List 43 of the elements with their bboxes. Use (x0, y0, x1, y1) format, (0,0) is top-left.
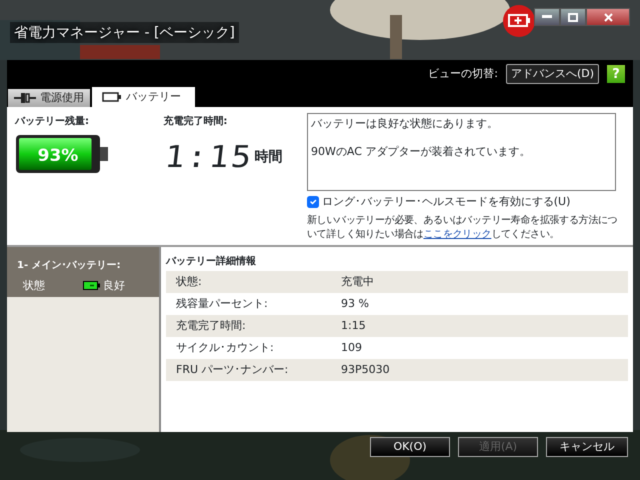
battery-level-label: バッテリー残量: (15, 114, 90, 128)
battery-percent: 93% (38, 144, 78, 164)
battery-name: 1- メイン･バッテリー: (17, 258, 122, 272)
window-title: 省電力マネージャー - [ベーシック] (10, 22, 239, 43)
detail-value: 充電中 (341, 274, 374, 290)
tab[interactable]: バッテリー (92, 87, 195, 107)
minimize-icon (542, 15, 552, 19)
detail-label: サイクル･カウント: (176, 340, 275, 356)
message-text: バッテリーは良好な状態にあります。 (311, 116, 499, 132)
detail-value: 109 (341, 340, 362, 356)
close-button[interactable] (586, 8, 630, 26)
time-unit: 時間 (254, 146, 283, 166)
message-text: 90WのAC アダプターが装着されています。 (311, 144, 532, 160)
charge-time-label: 充電完了時間: (163, 114, 228, 128)
detail-value: 93 % (341, 296, 369, 312)
battery-icon (102, 92, 122, 102)
battery-list-item[interactable]: 1- メイン･バッテリー: 状態 良好 (7, 247, 159, 297)
checkbox-label[interactable]: ロング･バッテリー･ヘルスモードを有効にする(U) (322, 194, 570, 210)
battery-icon (502, 3, 536, 39)
close-icon (604, 12, 612, 22)
detail-label: 状態: (176, 274, 203, 290)
charge-time-value: 1:15 (162, 138, 256, 176)
checkbox[interactable] (307, 196, 319, 208)
link[interactable]: ここをクリック (423, 228, 492, 238)
dialog-button[interactable]: OK(O) (370, 437, 450, 457)
advanced-view-button[interactable]: アドバンスへ(D) (506, 64, 599, 84)
plug-icon (14, 92, 36, 104)
battery-icon (83, 281, 100, 290)
info-text: 新しいバッテリーが必要、あるいはバッテリー寿命を拡張する方法について詳しく知りたい場合はここをクリック してください。 (307, 213, 618, 240)
tab[interactable]: 電源使用 (8, 89, 90, 107)
detail-value: 1:15 (341, 318, 366, 334)
detail-label: 充電完了時間: (176, 318, 247, 334)
maximize-button[interactable] (560, 8, 586, 26)
maximize-icon (568, 12, 578, 22)
dialog-button[interactable]: キャンセル (546, 437, 628, 457)
minimize-button[interactable] (534, 8, 560, 26)
view-switch-label: ビューの切替: (428, 66, 498, 82)
detail-value: 93P5030 (341, 362, 390, 378)
status-label: 状態 (23, 278, 46, 294)
detail-label: FRU パーツ･ナンバー: (176, 362, 290, 378)
detail-label: 残容量パーセント: (176, 296, 269, 312)
details-title: バッテリー詳細情報 (166, 254, 257, 268)
status-value: 良好 (102, 278, 125, 294)
